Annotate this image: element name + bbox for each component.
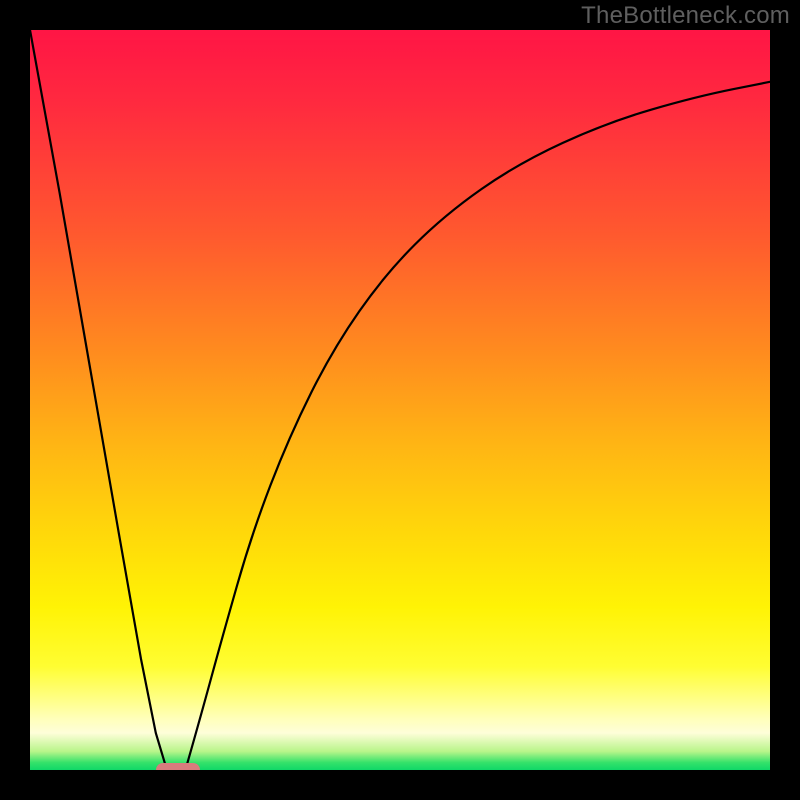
bottleneck-marker xyxy=(156,763,200,770)
plot-outer xyxy=(30,30,770,770)
watermark-text: TheBottleneck.com xyxy=(581,2,790,30)
chart-frame: TheBottleneck.com xyxy=(0,0,800,800)
plot-area xyxy=(30,30,770,770)
right-branch-path xyxy=(185,82,770,770)
left-branch-path xyxy=(30,30,167,770)
curve-svg xyxy=(30,30,770,770)
